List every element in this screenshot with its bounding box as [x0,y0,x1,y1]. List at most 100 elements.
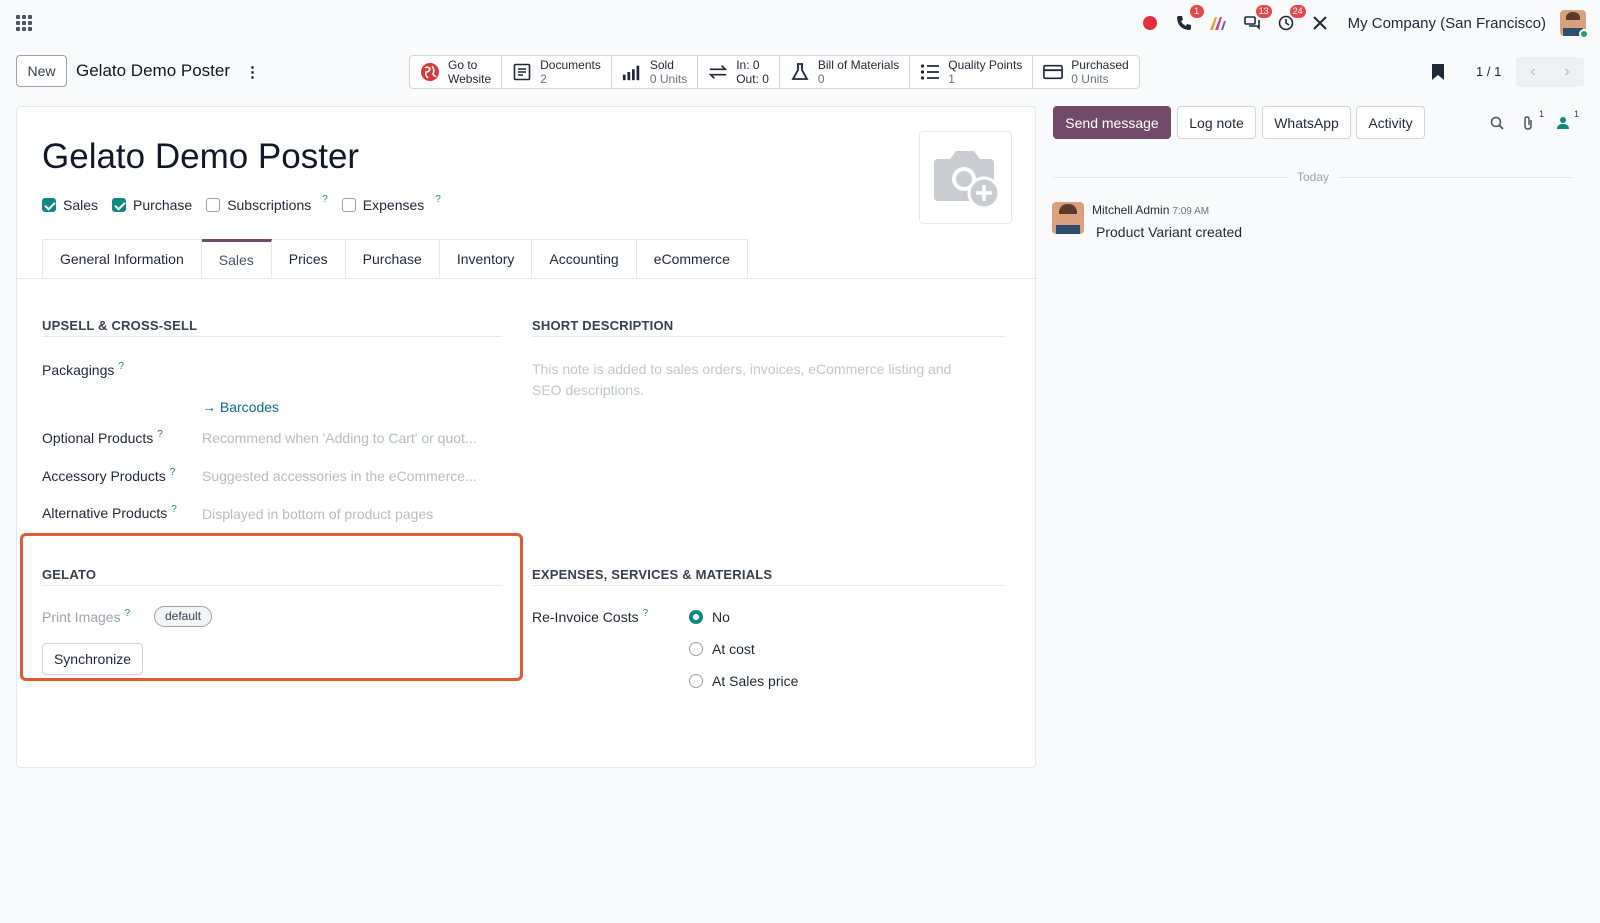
section-divider [42,585,502,586]
alternative-products-input[interactable]: Displayed in bottom of product pages [202,506,433,522]
actions-menu-icon[interactable]: ⋮ [245,63,260,81]
reinvoice-option-no[interactable]: No [689,609,730,625]
product-name-field[interactable]: Gelato Demo Poster [42,137,359,177]
tab-sales[interactable]: Sales [201,239,272,279]
bar-chart-icon [622,62,642,82]
smart-button-quality-points[interactable]: Quality Points 1 [910,56,1034,88]
smart-button-label: Purchased [1071,58,1129,72]
message-author-avatar[interactable] [1052,202,1084,234]
tab-prices[interactable]: Prices [271,239,346,279]
pager-nav: ‹ › [1516,57,1584,87]
company-switcher[interactable]: My Company (San Francisco) [1348,15,1546,32]
smart-button-website[interactable]: Go to Website [410,56,503,88]
gelato-section-title: GELATO [42,567,97,582]
smart-button-sold[interactable]: Sold 0 Units [612,56,699,88]
short-description-section-title: SHORT DESCRIPTION [532,318,674,333]
search-messages-icon[interactable] [1487,113,1507,133]
activity-button[interactable]: Activity [1356,106,1425,139]
recording-indicator-icon[interactable] [1140,13,1160,33]
packagings-label: Packagings? [42,361,124,378]
new-button[interactable]: New [16,55,67,87]
checkbox-checked-icon [112,198,127,212]
help-tooltip-icon[interactable]: ? [125,608,131,619]
day-divider [1338,177,1572,178]
ai-icon[interactable] [1208,13,1228,33]
bookmark-icon[interactable] [1431,63,1445,81]
smart-button-purchased[interactable]: Purchased 0 Units [1033,56,1138,88]
tab-purchase[interactable]: Purchase [345,239,440,279]
help-tooltip-icon[interactable]: ? [322,194,328,205]
phone-icon[interactable]: 1 [1174,5,1204,33]
help-tooltip-icon[interactable]: ? [435,194,441,205]
radio-label: At cost [712,641,755,657]
smart-button-bom[interactable]: Bill of Materials 0 [780,56,911,88]
help-tooltip-icon[interactable]: ? [171,504,177,515]
smart-button-label: Go to [448,58,478,72]
print-images-label: Print Images? [42,608,131,625]
tab-divider [17,278,1035,279]
discuss-icon[interactable]: 13 [1242,5,1272,33]
expenses-checkbox[interactable]: Expenses? [341,194,441,213]
accessory-products-input[interactable]: Suggested accessories in the eCommerce..… [202,468,477,484]
followers-icon[interactable]: 1 [1553,109,1579,133]
reinvoice-option-at-cost[interactable]: At cost [689,641,755,657]
synchronize-button[interactable]: Synchronize [42,643,143,675]
smart-button-value: 0 Units [649,72,688,86]
pager-value[interactable]: 1 / 1 [1476,64,1501,79]
print-image-tag[interactable]: default [154,606,213,627]
sales-checkbox[interactable]: Sales [42,197,98,213]
globe-icon [420,62,440,82]
tab-accounting[interactable]: Accounting [532,239,637,279]
subscriptions-checkbox[interactable]: Subscriptions? [206,194,328,213]
radio-unselected-icon [689,642,703,656]
day-label: Today [1297,170,1330,184]
short-description-input[interactable]: This note is added to sales orders, invo… [532,359,972,401]
message-author[interactable]: Mitchell Admin [1092,203,1169,217]
credit-card-icon [1043,62,1064,82]
message-time: 7:09 AM [1172,206,1210,217]
barcodes-link[interactable]: → Barcodes [202,399,279,415]
send-message-button[interactable]: Send message [1053,106,1171,139]
purchase-checkbox[interactable]: Purchase [112,197,192,213]
activity-clock-icon[interactable]: 24 [1276,5,1306,33]
smart-buttons: Go to Website Documents 2 Sold 0 Units In: … [409,55,1140,89]
tab-general-information[interactable]: General Information [42,239,202,279]
whatsapp-button[interactable]: WhatsApp [1262,106,1351,139]
smart-button-in-out[interactable]: In: 0 Out: 0 [698,56,780,88]
message-body: Product Variant created [1096,224,1243,240]
expenses-section-title: EXPENSES, SERVICES & MATERIALS [532,567,773,582]
field-label: Print Images [42,609,121,625]
user-menu[interactable] [1560,10,1589,39]
log-note-button[interactable]: Log note [1177,106,1256,139]
checkbox-unchecked-icon [341,198,356,212]
checkbox-label: Sales [63,197,99,213]
debug-tools-icon[interactable] [1310,13,1330,33]
tab-ecommerce[interactable]: eCommerce [636,239,748,279]
help-tooltip-icon[interactable]: ? [643,608,649,619]
previous-record-icon[interactable]: ‹ [1516,57,1550,87]
tab-inventory[interactable]: Inventory [439,239,533,279]
checkbox-unchecked-icon [206,198,221,212]
reinvoice-option-sales-price[interactable]: At Sales price [689,673,798,689]
smart-button-label: Documents [540,58,601,72]
exchange-icon [708,62,728,82]
apps-menu-icon[interactable] [16,15,32,31]
activity-badge: 24 [1289,5,1306,18]
online-status-icon [1579,29,1589,39]
help-tooltip-icon[interactable]: ? [157,429,163,440]
next-record-icon[interactable]: › [1550,57,1584,87]
attachments-count: 1 [1538,109,1544,119]
phone-badge: 1 [1189,5,1204,18]
smart-button-documents[interactable]: Documents 2 [502,56,612,88]
help-tooltip-icon[interactable]: ? [118,361,124,372]
section-divider [532,336,1005,337]
radio-unselected-icon [689,674,703,688]
list-icon [920,62,940,82]
product-image-upload[interactable] [919,131,1012,224]
optional-products-input[interactable]: Recommend when 'Adding to Cart' or quot.… [202,430,477,446]
section-divider [532,585,1005,586]
product-options: Sales Purchase Subscriptions? Expenses? [42,194,441,213]
attachments-icon[interactable]: 1 [1518,109,1544,133]
smart-button-value: 0 [817,72,825,86]
help-tooltip-icon[interactable]: ? [170,467,176,478]
